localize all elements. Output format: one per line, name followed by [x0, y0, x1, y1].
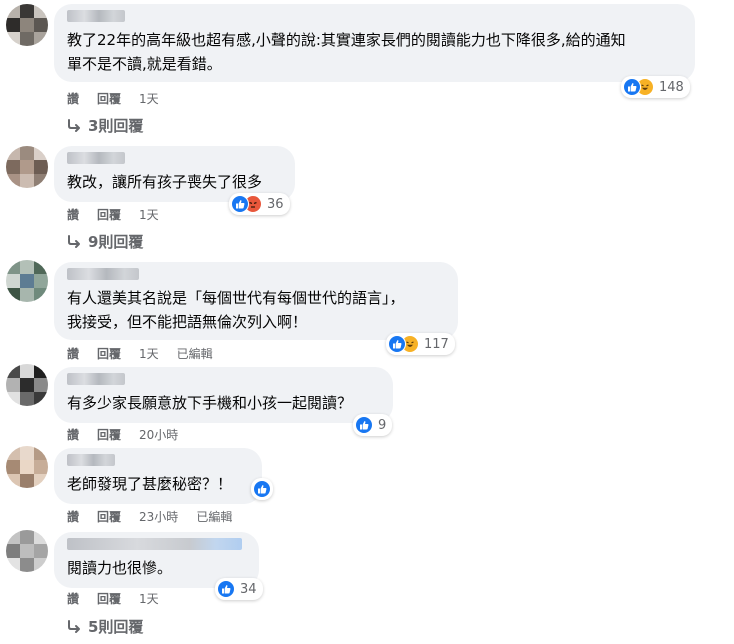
like-reaction-icon: [388, 335, 406, 353]
avatar[interactable]: [6, 4, 48, 46]
reply-button[interactable]: 回覆: [97, 345, 121, 362]
reaction-summary[interactable]: [251, 478, 273, 500]
comment-actions: 讚 回覆 1天: [67, 590, 177, 606]
comment-text: 閱讀力也很慘。: [67, 559, 173, 577]
reaction-count: 36: [267, 196, 284, 212]
reaction-count: 117: [424, 336, 449, 352]
like-reaction-icon: [623, 78, 641, 96]
comment-bubble: 有人還美其名說是「每個世代有每個世代的語言」， 我接受，但不能把語無倫次列入啊！: [54, 262, 458, 340]
comment-actions: 讚 回覆 1天: [67, 90, 177, 106]
comment-text: 有多少家長願意放下手機和小孩一起閱讀？: [67, 394, 353, 412]
comment-text: 教改，讓所有孩子喪失了很多: [67, 173, 263, 191]
avatar[interactable]: [6, 364, 48, 406]
reply-button[interactable]: 回覆: [97, 590, 121, 607]
reply-button[interactable]: 回覆: [97, 508, 121, 525]
like-button[interactable]: 讚: [67, 508, 79, 525]
like-button[interactable]: 讚: [67, 590, 79, 607]
avatar[interactable]: [6, 260, 48, 302]
like-button[interactable]: 讚: [67, 90, 79, 107]
replies-count: 3則回覆: [88, 117, 144, 135]
comment-bubble: 教了22年的高年級也超有感,小聲的說:其實連家長們的閱讀能力也下降很多,給的通知…: [54, 4, 695, 82]
avatar[interactable]: [6, 530, 48, 572]
timestamp[interactable]: 1天: [139, 206, 159, 223]
author-name-blurred[interactable]: [67, 152, 125, 164]
reaction-summary[interactable]: 9: [353, 414, 393, 436]
comment-text: 老師發現了甚麼秘密？！: [67, 475, 233, 493]
timestamp[interactable]: 1天: [139, 590, 159, 607]
comment-actions: 讚 回覆 1天 已編輯: [67, 345, 231, 361]
reaction-summary[interactable]: 36: [229, 193, 290, 215]
like-button[interactable]: 讚: [67, 206, 79, 223]
author-name-blurred[interactable]: [67, 268, 139, 280]
reply-button[interactable]: 回覆: [97, 206, 121, 223]
like-reaction-icon: [231, 195, 249, 213]
reaction-summary[interactable]: 148: [621, 76, 690, 98]
reaction-count: 9: [378, 417, 387, 433]
reaction-summary[interactable]: 34: [215, 578, 263, 600]
timestamp[interactable]: 20小時: [139, 426, 178, 443]
reaction-count: 34: [240, 581, 257, 597]
like-reaction-icon: [217, 580, 235, 598]
reply-arrow-icon: [68, 118, 80, 132]
like-reaction-icon: [253, 480, 271, 498]
timestamp[interactable]: 23小時: [139, 508, 178, 525]
author-name-blurred[interactable]: [67, 538, 242, 550]
timestamp[interactable]: 1天: [139, 345, 159, 362]
comment-text: 教了22年的高年級也超有感,小聲的說:其實連家長們的閱讀能力也下降很多,給的通知…: [67, 31, 626, 73]
replies-count: 9則回覆: [88, 233, 144, 251]
author-name-blurred[interactable]: [67, 454, 115, 466]
comment-text: 有人還美其名說是「每個世代有每個世代的語言」， 我接受，但不能把語無倫次列入啊！: [67, 289, 405, 331]
view-replies-link[interactable]: 3則回覆: [66, 115, 143, 136]
like-reaction-icon: [355, 416, 373, 434]
reply-arrow-icon: [68, 619, 80, 633]
comment-bubble: 老師發現了甚麼秘密？！: [54, 448, 262, 504]
reply-button[interactable]: 回覆: [97, 90, 121, 107]
comment-actions: 讚 回覆 20小時: [67, 426, 196, 442]
view-replies-link[interactable]: 9則回覆: [66, 231, 143, 252]
comment-actions: 讚 回覆 1天: [67, 206, 177, 222]
reply-button[interactable]: 回覆: [97, 426, 121, 443]
author-name-blurred[interactable]: [67, 10, 125, 22]
edited-label: 已編輯: [176, 346, 213, 361]
like-button[interactable]: 讚: [67, 426, 79, 443]
author-name-blurred[interactable]: [67, 373, 125, 385]
avatar[interactable]: [6, 146, 48, 188]
reaction-count: 148: [659, 79, 684, 95]
comment-actions: 讚 回覆 23小時 已編輯: [67, 508, 250, 524]
reaction-summary[interactable]: 117: [386, 333, 455, 355]
avatar[interactable]: [6, 446, 48, 488]
timestamp[interactable]: 1天: [139, 90, 159, 107]
view-replies-link[interactable]: 5則回覆: [66, 616, 143, 637]
edited-label: 已編輯: [196, 509, 233, 524]
comment-bubble: 有多少家長願意放下手機和小孩一起閱讀？: [54, 367, 393, 423]
like-button[interactable]: 讚: [67, 345, 79, 362]
replies-count: 5則回覆: [88, 618, 144, 636]
reply-arrow-icon: [68, 234, 80, 248]
